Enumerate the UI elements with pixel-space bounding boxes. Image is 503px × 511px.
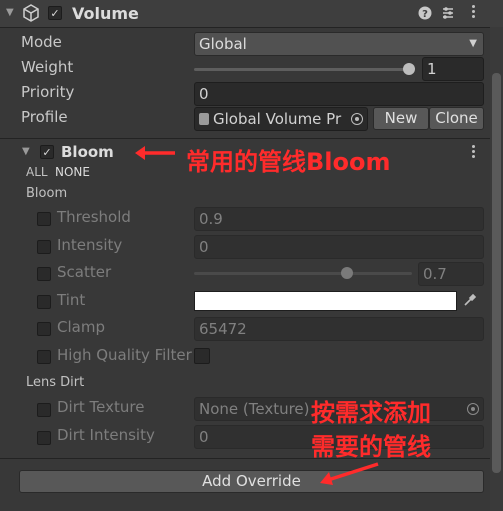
- profile-object-field[interactable]: Global Volume Pr: [194, 107, 368, 131]
- object-picker-icon[interactable]: [351, 113, 363, 125]
- tint-label: Tint: [57, 291, 86, 309]
- help-icon[interactable]: ?: [418, 6, 432, 20]
- dirt-intensity-override-checkbox[interactable]: [37, 431, 51, 445]
- bloom-enabled-checkbox[interactable]: ✓: [40, 145, 54, 159]
- intensity-label: Intensity: [57, 236, 123, 254]
- eyedropper-icon[interactable]: [462, 292, 478, 308]
- high-quality-label: High Quality Filteri: [57, 346, 192, 364]
- profile-value: Global Volume Pr: [213, 110, 342, 128]
- profile-label: Profile: [21, 108, 68, 126]
- bloom-section-label: Bloom: [26, 186, 68, 201]
- lens-dirt-section-label: Lens Dirt: [26, 375, 85, 390]
- preset-icon[interactable]: [441, 6, 455, 20]
- scatter-slider-track[interactable]: [194, 272, 412, 275]
- scatter-override-checkbox[interactable]: [37, 267, 51, 281]
- high-quality-checkbox[interactable]: [194, 348, 210, 364]
- scatter-slider-handle[interactable]: [340, 267, 353, 279]
- collapse-arrow-icon[interactable]: ▼: [6, 7, 14, 18]
- intensity-override-checkbox[interactable]: [37, 240, 51, 254]
- weight-slider-track[interactable]: [194, 68, 414, 71]
- tint-override-checkbox[interactable]: [37, 295, 51, 309]
- annotation-add-note-line1: 按需求添加: [311, 399, 431, 427]
- weight-input[interactable]: 1: [422, 57, 484, 81]
- threshold-override-checkbox[interactable]: [37, 212, 51, 226]
- annotation-arrow-bloom-icon: [135, 146, 175, 160]
- clone-profile-button[interactable]: Clone: [429, 107, 484, 130]
- dirt-texture-label: Dirt Texture: [57, 398, 145, 416]
- clamp-override-checkbox[interactable]: [37, 322, 51, 336]
- threshold-label: Threshold: [57, 208, 131, 226]
- dirt-texture-override-checkbox[interactable]: [37, 403, 51, 417]
- bloom-title: Bloom: [61, 143, 114, 161]
- tint-color-field[interactable]: [194, 291, 457, 311]
- intensity-input[interactable]: 0: [194, 235, 484, 259]
- asset-file-icon: [199, 113, 209, 125]
- texture-picker-icon[interactable]: [467, 403, 479, 415]
- weight-label: Weight: [21, 58, 74, 76]
- priority-label: Priority: [21, 83, 75, 101]
- dirt-texture-value: None (Texture): [199, 400, 310, 418]
- divider: [0, 138, 490, 139]
- bloom-more-options-icon[interactable]: [472, 145, 475, 160]
- dropdown-arrow-icon: ▼: [469, 38, 477, 49]
- add-override-button[interactable]: Add Override: [19, 470, 484, 493]
- none-toggle[interactable]: NONE: [55, 165, 90, 179]
- annotation-add-note-line2: 需要的管线: [311, 433, 431, 461]
- clamp-label: Clamp: [57, 318, 105, 336]
- scrollbar-thumb[interactable]: [492, 73, 501, 473]
- threshold-input[interactable]: 0.9: [194, 207, 484, 231]
- high-quality-override-checkbox[interactable]: [37, 350, 51, 364]
- annotation-arrow-add-icon: [320, 462, 379, 485]
- component-enabled-checkbox[interactable]: ✓: [48, 6, 62, 20]
- weight-slider-handle[interactable]: [403, 63, 415, 75]
- mode-value: Global: [199, 35, 247, 53]
- bloom-collapse-arrow-icon[interactable]: ▼: [22, 146, 30, 157]
- mode-dropdown[interactable]: Global ▼: [194, 32, 484, 56]
- priority-input[interactable]: 0: [194, 82, 484, 106]
- volume-cube-icon: [23, 4, 39, 22]
- dirt-intensity-label: Dirt Intensity: [57, 426, 155, 444]
- scatter-input[interactable]: 0.7: [418, 262, 484, 286]
- component-title: Volume: [72, 4, 139, 23]
- more-options-icon[interactable]: [472, 5, 475, 20]
- scatter-label: Scatter: [57, 263, 112, 281]
- svg-text:?: ?: [422, 9, 428, 20]
- mode-label: Mode: [21, 33, 62, 51]
- component-header: ▼ ✓ Volume ?: [0, 0, 503, 28]
- annotation-bloom-note: 常用的管线Bloom: [186, 148, 391, 176]
- scrollbar[interactable]: [490, 27, 503, 511]
- new-profile-button[interactable]: New: [373, 107, 429, 130]
- all-toggle[interactable]: ALL: [26, 165, 48, 179]
- clamp-input[interactable]: 65472: [194, 317, 484, 341]
